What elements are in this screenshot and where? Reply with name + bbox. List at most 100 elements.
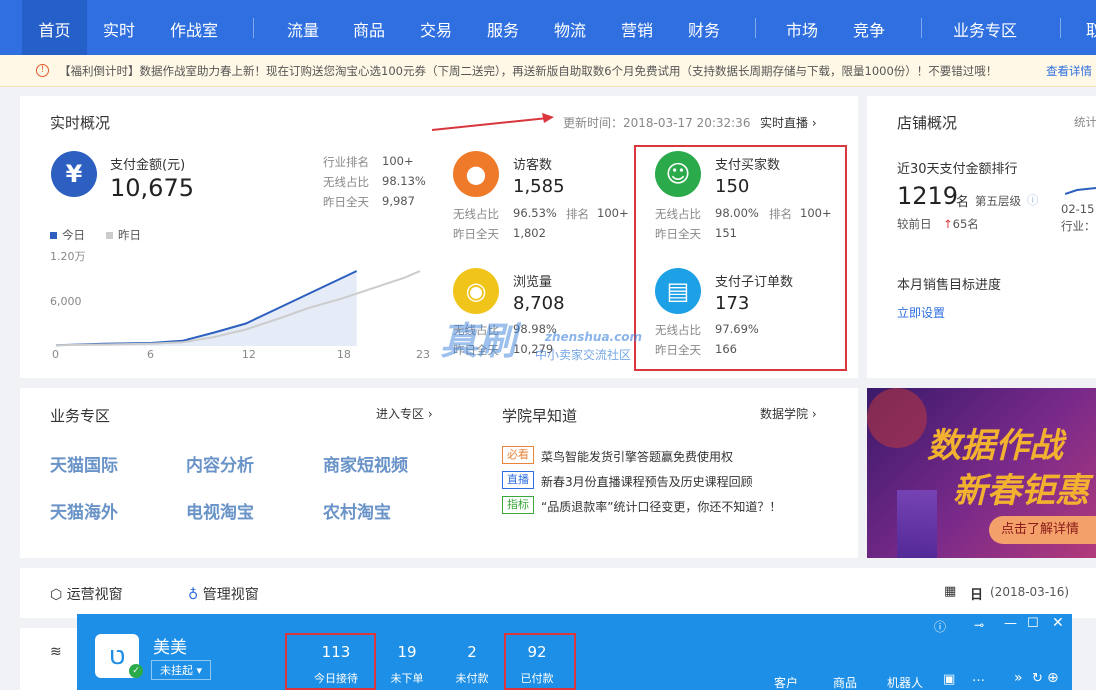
counter-not-ordered-value: 19 — [397, 643, 417, 661]
screen-icon[interactable]: ▣ — [943, 672, 955, 687]
shop-rank-value: 1219 — [897, 182, 959, 210]
caret-down-icon: ▾ — [193, 664, 203, 677]
pay-rank-value: 100+ — [382, 154, 414, 168]
shop-tier: 第五层级 — [975, 194, 1021, 208]
notice-details-link[interactable]: 查看详情 — [1046, 63, 1092, 79]
highlight-box — [504, 633, 576, 690]
x-tick-label: 6 — [147, 348, 154, 361]
nav-item-traffic[interactable]: 流量 — [287, 17, 319, 41]
help-icon[interactable]: ⓘ — [934, 618, 946, 635]
calendar-icon[interactable]: ▦ — [944, 584, 956, 599]
biz-rural-taobao[interactable]: 农村淘宝 — [323, 498, 391, 523]
visitors-wireless-label: 无线占比 — [453, 207, 499, 221]
academy-item-link[interactable]: 菜鸟智能发货引擎答题赢免费使用权 — [541, 448, 733, 465]
ellipsis-icon[interactable]: … — [972, 670, 985, 685]
counter-unpaid-label: 未付款 — [455, 672, 489, 685]
pay-wireless-label: 无线占比 — [323, 175, 369, 189]
pay-amount-value: 10,675 — [110, 174, 194, 202]
pay-amount-label: 支付金额(元) — [110, 158, 186, 173]
biz-short-video[interactable]: 商家短视频 — [323, 451, 408, 476]
help-icon[interactable]: ⓘ — [1027, 192, 1039, 208]
promo-banner[interactable]: 数据作战 新春钜惠 点击了解详情 — [867, 388, 1096, 558]
enter-zone-link[interactable]: 进入专区 › — [376, 405, 433, 422]
legend-today: 今日 — [50, 227, 85, 243]
status-label: 未挂起 — [160, 664, 193, 677]
shop-rank-unit: 名 — [956, 195, 970, 210]
legend-yesterday: 昨日 — [106, 227, 141, 243]
chat-tab-customer[interactable]: 客户 — [774, 674, 798, 690]
add-icon[interactable]: ⊕ — [1047, 670, 1059, 686]
nav-item-service[interactable]: 服务 — [487, 17, 519, 41]
biz-tmall-overseas[interactable]: 天猫海外 — [50, 498, 118, 523]
chevron-double-right-icon[interactable]: » — [1014, 670, 1023, 686]
maximize-icon[interactable]: ☐ — [1027, 616, 1039, 631]
chat-user-name: 美美 — [153, 638, 187, 658]
nav-item-realtime[interactable]: 实时 — [103, 17, 135, 41]
banner-line1: 数据作战 — [927, 426, 1063, 466]
nav-divider — [921, 18, 922, 38]
minimize-icon[interactable]: — — [1004, 616, 1017, 631]
highlight-box — [285, 633, 376, 690]
academy-tag: 必看 — [502, 446, 534, 464]
x-tick-label: 23 — [416, 348, 430, 361]
business-title: 业务专区 — [50, 407, 111, 425]
chat-tab-robot[interactable]: 机器人 — [887, 674, 923, 690]
nav-item-marketing[interactable]: 营销 — [621, 17, 653, 41]
period-date: (2018-03-16) — [990, 585, 1070, 599]
biz-content-analysis[interactable]: 内容分析 — [186, 451, 254, 476]
shop-stats-link[interactable]: 统计 — [1074, 114, 1096, 130]
views-wireless-label: 无线占比 — [453, 323, 499, 337]
layers-icon[interactable]: ≋ — [50, 644, 62, 660]
academy-tag: 指标 — [502, 496, 534, 514]
pay-rank-label: 行业排名 — [323, 155, 369, 169]
set-target-link[interactable]: 立即设置 — [897, 304, 945, 321]
academy-item-link[interactable]: 新春3月份直播课程预告及历史课程回顾 — [541, 473, 753, 490]
banner-line2: 新春钜惠 — [953, 471, 1089, 511]
shop-compare: ↑65名 — [943, 216, 979, 232]
top-nav: 首页 实时 作战室 流量 商品 交易 服务 物流 营销 财务 市场 竞争 业务专… — [0, 0, 1096, 55]
shop-industry: 行业： — [1061, 219, 1096, 233]
nav-item-more[interactable]: 取 — [1086, 17, 1096, 41]
y-tick-label: 1.20万 — [50, 250, 86, 263]
nav-item-products[interactable]: 商品 — [353, 17, 385, 41]
period-day[interactable]: 日 — [970, 584, 983, 603]
visitors-rank-label: 排名 — [566, 207, 589, 221]
ops-view-tab[interactable]: ⬡ 运营视窗 — [50, 584, 123, 604]
shop-overview-card: 店铺概况 统计 近30天支付金额排行 1219 名 第五层级 ⓘ 较前日 ↑65… — [867, 96, 1096, 378]
academy-item-link[interactable]: “品质退款率”统计口径变更，你还不知道？！ — [541, 498, 781, 515]
nav-item-warroom[interactable]: 作战室 — [170, 17, 218, 41]
nav-item-trade[interactable]: 交易 — [420, 17, 452, 41]
data-academy-link[interactable]: 数据学院 › — [760, 405, 817, 422]
status-dropdown[interactable]: 未挂起 ▾ — [151, 660, 212, 680]
bulb-icon: ♁ — [188, 587, 203, 603]
counter-unpaid-value: 2 — [467, 643, 477, 661]
nav-item-market[interactable]: 市场 — [786, 17, 818, 41]
nav-item-finance[interactable]: 财务 — [688, 17, 720, 41]
biz-tmall-intl[interactable]: 天猫国际 — [50, 451, 118, 476]
update-time: 更新时间：2018-03-17 20:32:36 — [563, 116, 751, 130]
nav-item-competition[interactable]: 竞争 — [853, 17, 885, 41]
shop-compare-label: 较前日 — [897, 217, 932, 231]
nav-item-logistics[interactable]: 物流 — [554, 17, 586, 41]
close-icon[interactable]: ✕ — [1052, 615, 1064, 631]
nav-item-business[interactable]: 业务专区 — [953, 17, 1017, 41]
chevron-right-icon: › — [808, 116, 817, 130]
footprint-icon: ● — [453, 151, 499, 197]
counter-not-ordered-label: 未下单 — [390, 672, 424, 685]
refresh-icon[interactable]: ↻ — [1032, 671, 1043, 686]
red-arrow-annotation — [431, 113, 554, 131]
chat-tab-products[interactable]: 商品 — [833, 674, 857, 690]
mgmt-view-tab[interactable]: ♁ 管理视窗 — [188, 584, 259, 604]
notice-bar: ! 【福利倒计时】数据作战室助力春上新！现在订购送您淘宝心选100元券（下周二送… — [0, 55, 1096, 87]
live-link[interactable]: 实时直播 › — [760, 114, 817, 131]
x-tick-label: 18 — [337, 348, 351, 361]
data-academy-label: 数据学院 — [760, 407, 809, 421]
biz-tv-taobao[interactable]: 电视淘宝 — [186, 498, 254, 523]
banner-details-button[interactable]: 点击了解详情 — [989, 516, 1096, 544]
nav-divider — [755, 18, 756, 38]
nav-item-home[interactable]: 首页 — [22, 0, 87, 55]
shop-rank-label: 近30天支付金额排行 — [897, 162, 1018, 177]
building-decoration — [897, 490, 937, 558]
pin-icon[interactable]: ⊸ — [974, 618, 984, 632]
nav-divider — [253, 18, 254, 38]
